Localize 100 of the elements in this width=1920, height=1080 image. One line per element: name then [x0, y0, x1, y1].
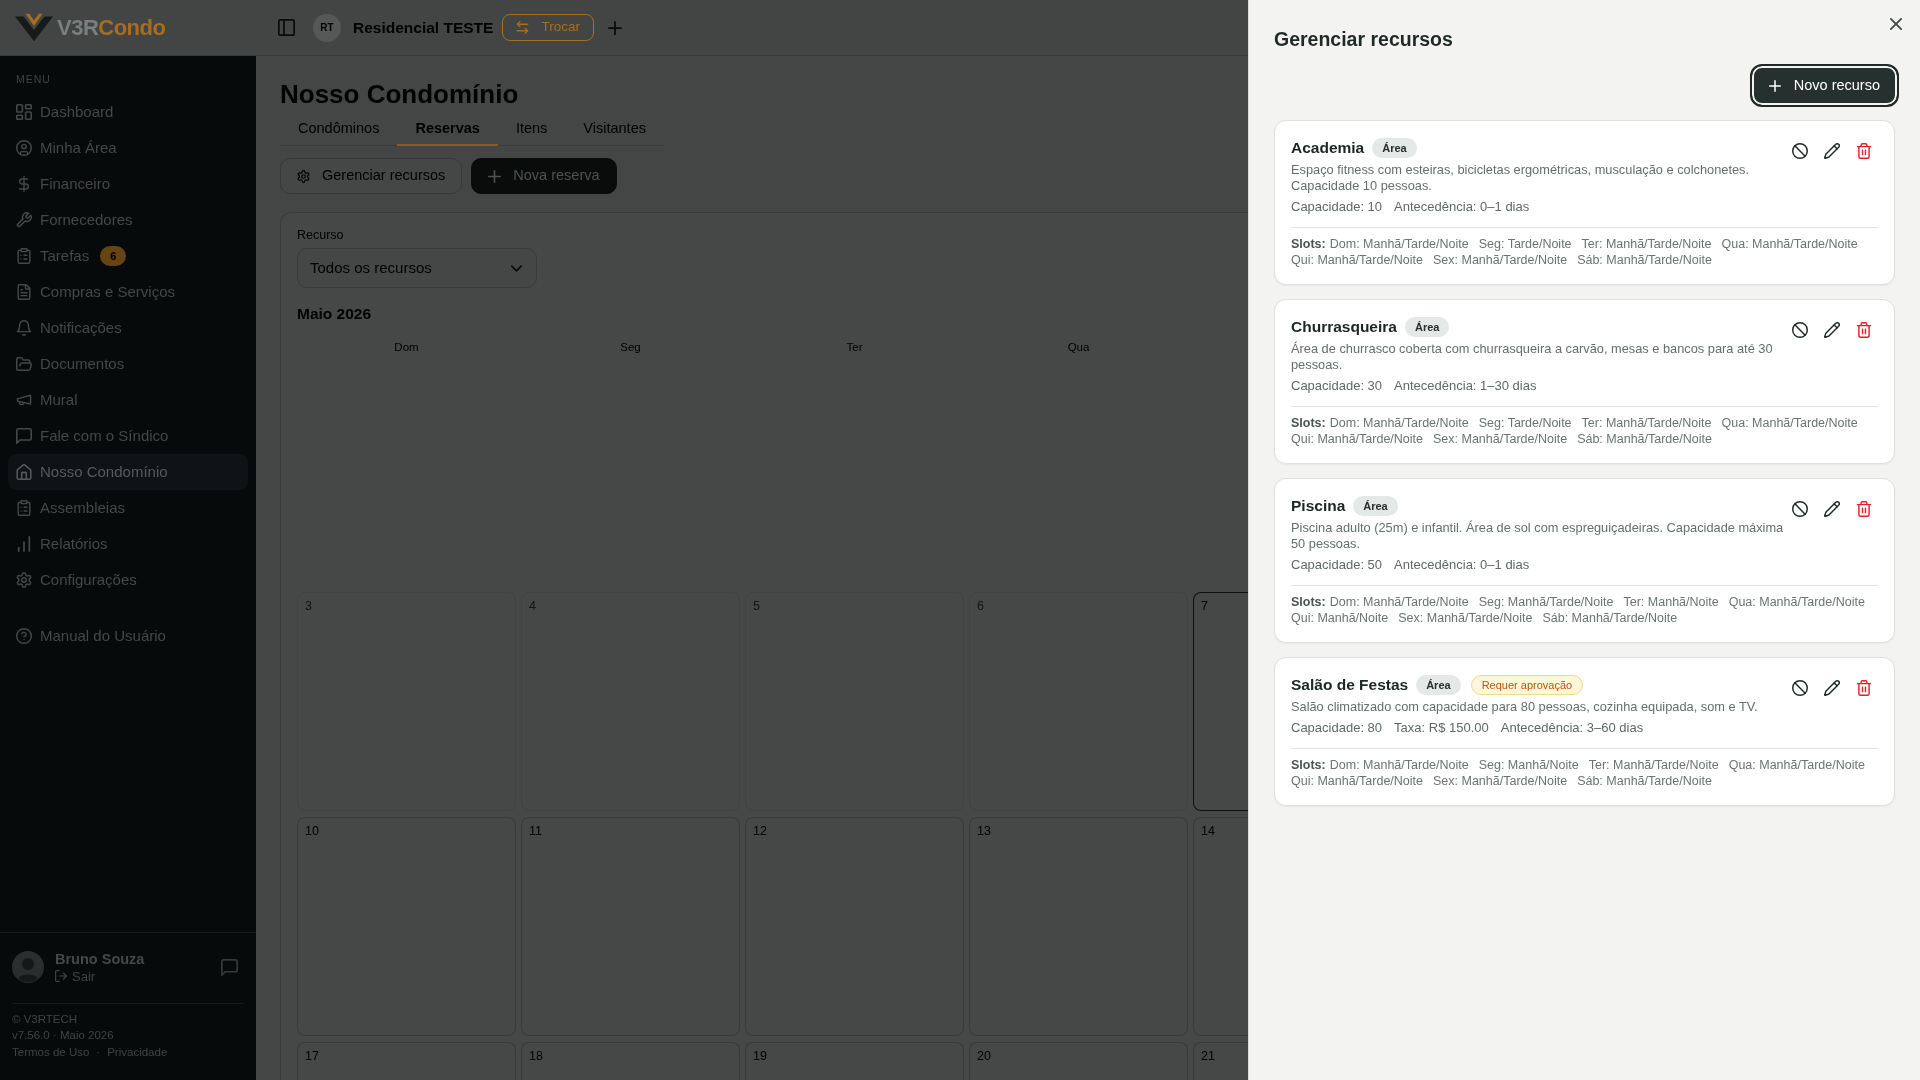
sidebar-item[interactable]: Mural — [8, 382, 248, 418]
month-title: Maio 2026 — [297, 304, 373, 324]
slot-schedule: Sex: Manhã/Tarde/Noite — [1398, 610, 1533, 626]
resource-name: Piscina — [1291, 496, 1346, 516]
ban-icon[interactable] — [1792, 501, 1808, 517]
resource-name: Academia — [1291, 138, 1365, 158]
slot-schedule: Qui: Manhã/Tarde/Noite — [1291, 431, 1423, 447]
sidebar-item[interactable]: Notificações — [8, 310, 248, 346]
slot-schedule: Qua: Manhã/Tarde/Noite — [1728, 594, 1865, 610]
calendar-day[interactable]: 19 — [745, 1042, 964, 1080]
sidebar-item[interactable]: Fornecedores — [8, 202, 248, 238]
slot-schedule: Qui: Manhã/Noite — [1291, 610, 1389, 626]
footer-link[interactable]: Termos de Uso — [12, 1043, 90, 1060]
trash-icon[interactable] — [1856, 680, 1872, 696]
footer-link[interactable]: Privacidade — [107, 1043, 168, 1060]
ban-icon[interactable] — [1792, 680, 1808, 696]
sidebar-item[interactable]: Dashboard — [8, 94, 248, 130]
tab[interactable]: Itens — [497, 113, 566, 146]
sidebar-item[interactable]: Nosso Condomínio — [8, 454, 248, 490]
slot-schedule: Seg: Tarde/Noite — [1478, 415, 1572, 431]
tab[interactable]: Condôminos — [280, 113, 398, 146]
sidebar-item[interactable]: Compras e Serviços — [8, 274, 248, 310]
sidebar-item[interactable]: Minha Área — [8, 130, 248, 166]
logout-icon — [55, 970, 67, 982]
sidebar-item[interactable]: Relatórios — [8, 526, 248, 562]
trash-icon[interactable] — [1856, 322, 1872, 338]
user-name: Bruno Souza — [55, 949, 145, 968]
plus-icon — [1768, 79, 1781, 92]
close-icon[interactable] — [1890, 18, 1902, 30]
calendar-day[interactable]: 10 — [297, 817, 516, 1036]
resource-select[interactable]: Todos os recursos — [297, 248, 537, 288]
sidebar-item[interactable]: Documentos — [8, 346, 248, 382]
logout-link[interactable]: Sair — [55, 967, 145, 985]
calendar-day[interactable]: 18 — [521, 1042, 740, 1080]
dollar-icon — [16, 176, 32, 192]
tab[interactable]: Visitantes — [565, 113, 664, 146]
condominium-name: Residencial TESTE — [353, 17, 494, 38]
calendar-day[interactable]: 12 — [745, 817, 964, 1036]
slot-schedule: Qui: Manhã/Tarde/Noite — [1291, 773, 1423, 789]
calendar-day[interactable]: 11 — [521, 817, 740, 1036]
user-circle-icon — [16, 140, 32, 156]
chat-bubble-icon — [16, 428, 32, 444]
pencil-icon[interactable] — [1824, 143, 1840, 159]
slots-label: Slots: — [1291, 594, 1326, 610]
resource-name: Salão de Festas — [1291, 675, 1409, 695]
calendar-day[interactable]: 17 — [297, 1042, 516, 1080]
slots-label: Slots: — [1291, 415, 1326, 431]
trash-icon[interactable] — [1856, 143, 1872, 159]
grid-icon — [16, 104, 32, 120]
tab[interactable]: Reservas — [397, 113, 498, 146]
avatar-icon — [12, 951, 44, 983]
resource-detail: Capacidade: 80 — [1291, 720, 1383, 736]
slot-schedule: Sáb: Manhã/Tarde/Noite — [1577, 773, 1712, 789]
pencil-icon[interactable] — [1824, 680, 1840, 696]
sidebar-item[interactable]: Financeiro — [8, 166, 248, 202]
folder-icon — [16, 356, 32, 372]
sidebar-item[interactable]: Manual do Usuário — [8, 618, 248, 654]
field-label: Recurso — [297, 228, 345, 243]
new-reservation-button[interactable]: Nova reserva — [471, 158, 617, 194]
type-tag: Área — [1372, 138, 1417, 158]
resource-detail: Taxa: R$ 150.00 — [1394, 720, 1489, 736]
weekday-label: Qua — [1066, 340, 1091, 354]
slot-schedule: Seg: Tarde/Noite — [1478, 236, 1572, 252]
manage-resources-button[interactable]: Gerenciar recursos — [280, 158, 463, 194]
pencil-icon[interactable] — [1824, 322, 1840, 338]
type-tag: Área — [1416, 675, 1461, 695]
sidebar-item[interactable]: Fale com o Síndico — [8, 418, 248, 454]
sidebar-item[interactable]: Configurações — [8, 562, 248, 598]
brand-name: V3RCondo — [57, 14, 166, 41]
slot-schedule: Dom: Manhã/Tarde/Noite — [1329, 757, 1469, 773]
type-tag: Área — [1404, 317, 1450, 337]
slot-schedule: Sex: Manhã/Tarde/Noite — [1433, 252, 1568, 268]
slot-schedule: Qua: Manhã/Tarde/Noite — [1721, 415, 1858, 431]
resource-description: Salão climatizado com capacidade para 80 pessoas, cozinha equipada, som e TV. — [1291, 699, 1759, 715]
document-icon — [16, 284, 32, 300]
home-icon — [16, 464, 32, 480]
ban-icon[interactable] — [1792, 143, 1808, 159]
new-resource-button[interactable]: Novo recurso — [1749, 64, 1899, 107]
help-icon — [16, 628, 32, 644]
sidebar-item[interactable]: Assembleias — [8, 490, 248, 526]
wrench-icon — [16, 212, 32, 228]
ban-icon[interactable] — [1792, 322, 1808, 338]
type-tag: Área — [1353, 496, 1398, 516]
calendar-day[interactable]: 13 — [969, 817, 1188, 1036]
slot-schedule: Dom: Manhã/Tarde/Noite — [1329, 236, 1469, 252]
trash-icon[interactable] — [1856, 501, 1872, 517]
sidebar-toggle-icon[interactable] — [278, 19, 295, 36]
resource-description: Área de churrasco coberta com churrasqueira a carvão, mesas e bancos para até 30 pessoas. — [1291, 341, 1774, 373]
slot-schedule: Seg: Manhã/Tarde/Noite — [1478, 594, 1614, 610]
pencil-icon[interactable] — [1824, 501, 1840, 517]
calendar-day[interactable]: 20 — [969, 1042, 1188, 1080]
plus-icon — [488, 169, 502, 183]
slot-schedule: Dom: Manhã/Tarde/Noite — [1329, 594, 1469, 610]
page-title: Nosso Condomínio — [280, 78, 520, 110]
switch-button[interactable]: Trocar — [502, 14, 594, 41]
slot-schedule: Sex: Manhã/Tarde/Noite — [1433, 431, 1568, 447]
sidebar-item[interactable]: Tarefas 6 — [8, 238, 248, 274]
section-label: MENU — [15, 72, 52, 86]
resource-description: Espaço fitness com esteiras, bicicletas ergométricas, musculação e colchonetes. Capacidade 10 pessoas. — [1291, 162, 1751, 194]
version-text: v7.56.0 · Maio 2026 — [12, 1028, 115, 1043]
